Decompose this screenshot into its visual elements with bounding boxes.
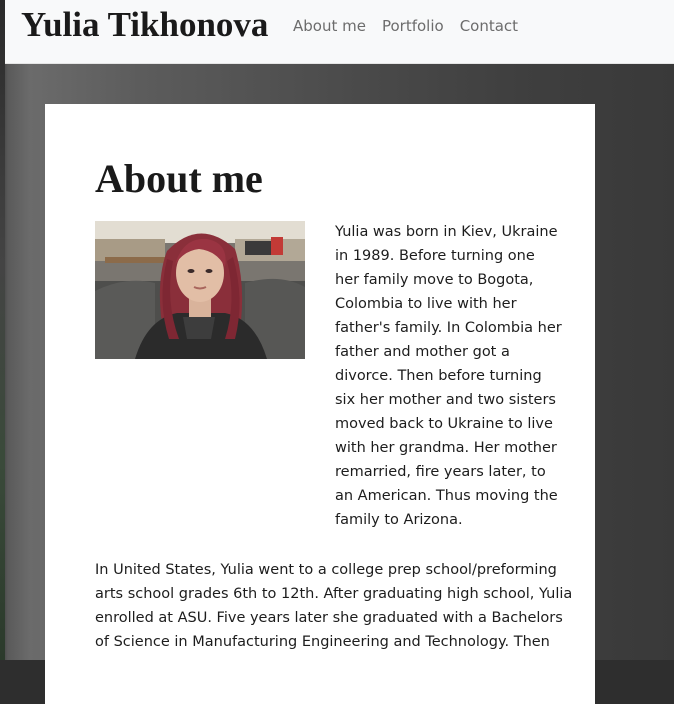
- paragraph-line: enrolled at ASU. Five years later she gr…: [95, 610, 563, 626]
- bio-line: divorce. Then before turning: [335, 368, 542, 384]
- window-edge: [0, 0, 5, 660]
- bio-line: in 1989. Before turning one: [335, 248, 535, 264]
- bio-line: Yulia was born in Kiev, Ukraine: [335, 224, 558, 240]
- education-paragraph: In United States, Yulia went to a colleg…: [95, 558, 573, 654]
- bio-line: moved back to Ukraine to live: [335, 416, 553, 432]
- bio-line: father's family. In Colombia her: [335, 320, 562, 336]
- bio-line: father and mother got a: [335, 344, 510, 360]
- bio-paragraph: Yulia was born in Kiev, Ukraine in 1989.…: [335, 220, 562, 532]
- navbar: Yulia Tikhonova About me Portfolio Conta…: [5, 0, 674, 64]
- bio-line: with her grandma. Her mother: [335, 440, 557, 456]
- nav-link-portfolio[interactable]: Portfolio: [382, 15, 444, 37]
- bio-line: six her mother and two sisters: [335, 392, 556, 408]
- paragraph-line: arts school grades 6th to 12th. After gr…: [95, 586, 573, 602]
- bio-line: her family move to Bogota,: [335, 272, 534, 288]
- nav-link-contact[interactable]: Contact: [460, 15, 518, 37]
- about-card: About me Yulia was born in Kiev, Ukraine…: [45, 104, 595, 704]
- bio-line: remarried, fire years later, to: [335, 464, 546, 480]
- page-title: About me: [95, 156, 263, 201]
- bio-line: an American. Thus moving the: [335, 488, 558, 504]
- paragraph-line: In United States, Yulia went to a colleg…: [95, 562, 557, 578]
- bio-line: Colombia to live with her: [335, 296, 517, 312]
- nav-links: About me Portfolio Contact: [293, 15, 534, 37]
- nav-link-about[interactable]: About me: [293, 15, 366, 37]
- paragraph-line: of Science in Manufacturing Engineering …: [95, 634, 550, 650]
- portrait-photo: [95, 221, 305, 359]
- site-brand[interactable]: Yulia Tikhonova: [21, 2, 268, 48]
- bio-line: family to Arizona.: [335, 512, 463, 528]
